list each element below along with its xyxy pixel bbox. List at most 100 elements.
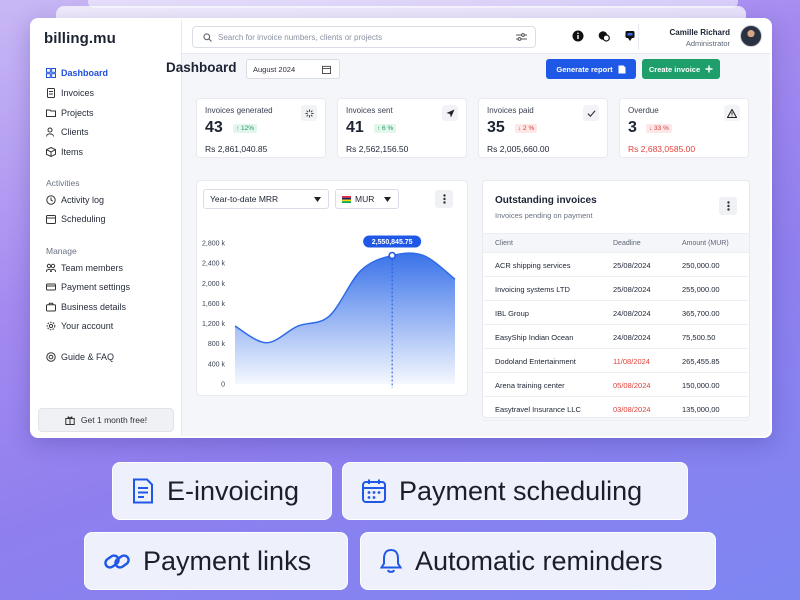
calendar-icon [46, 215, 56, 224]
sidebar-item-dashboard[interactable]: Dashboard [46, 65, 108, 81]
column-header-deadline: Deadline [613, 240, 641, 247]
cell-amount: 135,000,00 [682, 405, 720, 414]
month-value: August 2024 [253, 64, 296, 74]
generate-report-button[interactable]: Generate report [546, 59, 636, 79]
create-invoice-button[interactable]: Create invoice [642, 59, 720, 79]
stat-card-generated: Invoices generated 43 ↑ 12% Rs 2,861,040… [196, 98, 326, 158]
stat-label: Invoices sent [346, 106, 393, 115]
table-row[interactable]: Easytravel Insurance LLC 03/08/2024 135,00… [483, 397, 749, 421]
calendar-icon [322, 65, 331, 74]
cell-amount: 365,700.00 [682, 309, 720, 318]
month-picker[interactable]: August 2024 [246, 59, 340, 79]
sidebar-item-label: Clients [61, 127, 89, 137]
highlight-tooltip-label: 2,550,845.75 [372, 239, 413, 246]
table-row[interactable]: ACR shipping services 25/08/2024 250,000.0… [483, 253, 749, 277]
stat-label: Invoices paid [487, 106, 534, 115]
sidebar-item-scheduling[interactable]: Scheduling [46, 211, 106, 227]
avatar[interactable] [740, 25, 762, 47]
stat-change-badge: ↓ 2 % [515, 124, 538, 133]
user-name: Camille Richard [669, 28, 730, 37]
metric-dropdown[interactable]: Year-to-date MRR [203, 189, 329, 209]
y-tick-label: 0 [221, 382, 225, 389]
sidebar-item-business-details[interactable]: Business details [46, 299, 126, 315]
feature-label: Payment scheduling [399, 475, 643, 506]
feature-label: E-invoicing [167, 475, 300, 506]
currency-dropdown[interactable]: MUR [335, 189, 399, 209]
cell-amount: 250,000.00 [682, 261, 720, 270]
table-row[interactable]: IBL Group 24/08/2024 365,700.00 [483, 301, 749, 325]
cell-client: ACR shipping services [495, 261, 571, 270]
cell-client: IBL Group [495, 309, 529, 318]
mrr-area-chart: 0 400 k 800 k 1,200 k 1,600 k 2,000 k 2,400 k 2… [202, 235, 456, 389]
sidebar-item-projects[interactable]: Projects [46, 105, 94, 121]
generate-report-label: Generate report [556, 64, 613, 74]
link-icon [104, 554, 130, 569]
outstanding-title: Outstanding invoices [495, 195, 597, 206]
people-icon [46, 127, 54, 137]
promo-button[interactable]: Get 1 month free! [38, 408, 174, 432]
sidebar-item-team-members[interactable]: Team members [46, 260, 123, 276]
briefcase-icon [46, 302, 56, 312]
notifications-icon[interactable] [598, 30, 610, 42]
more-vertical-icon [726, 201, 730, 211]
sidebar-item-clients[interactable]: Clients [46, 124, 89, 140]
sidebar-item-guide-faq[interactable]: Guide & FAQ [46, 349, 114, 365]
feature-label: Payment links [143, 545, 312, 576]
cell-deadline: 24/08/2024 [613, 309, 651, 318]
feature-label: Automatic reminders [415, 545, 663, 576]
column-header-amount: Amount (MUR) [682, 240, 729, 247]
cell-client: Dodoland Entertainment [495, 357, 576, 366]
sidebar-item-label: Your account [61, 321, 114, 331]
team-icon [46, 263, 56, 273]
info-icon[interactable] [572, 30, 584, 42]
column-header-client: Client [495, 240, 513, 247]
search-input[interactable]: Search for invoice numbers, clients or p… [192, 26, 536, 48]
cell-amount: 75,500.50 [682, 333, 716, 342]
stat-value: 43 [205, 119, 223, 136]
top-bar: Search for invoice numbers, clients or p… [182, 20, 770, 54]
outstanding-invoices-card: Outstanding invoices Invoices pending on… [482, 180, 750, 421]
table-row[interactable]: Invoicing systems LTD 25/08/2024 255,000.0… [483, 277, 749, 301]
cell-deadline: 03/08/2024 [613, 405, 651, 414]
warning-icon [724, 105, 740, 121]
cell-amount: 150,000.00 [682, 381, 720, 390]
cell-amount: 255,000.00 [682, 285, 720, 294]
outstanding-subtitle: Invoices pending on payment [495, 211, 593, 220]
stat-amount: Rs 2,005,660.00 [487, 144, 550, 154]
stat-card-overdue: Overdue 3 ↓ 33 % Rs 2,683,0585.00 [619, 98, 749, 158]
feature-payment-scheduling: Payment scheduling [342, 462, 688, 520]
table-row[interactable]: EasyShip Indian Ocean 24/08/2024 75,500.50 [483, 325, 749, 349]
sidebar-item-items[interactable]: Items [46, 144, 83, 160]
stat-card-sent: Invoices sent 41 ↑ 6 % Rs 2,562,156.50 [337, 98, 467, 158]
sidebar-item-invoices[interactable]: Invoices [46, 85, 94, 101]
sidebar-item-label: Payment settings [61, 282, 131, 292]
sidebar-item-label: Invoices [61, 88, 95, 98]
filter-icon[interactable] [516, 32, 527, 42]
sidebar-item-activity-log[interactable]: Activity log [46, 192, 104, 208]
table-row[interactable]: Arena training center 05/08/2024 150,000.0… [483, 373, 749, 397]
sidebar: billing.mu Dashboard Invoices Projects C… [32, 20, 182, 436]
integration-icon[interactable] [624, 30, 636, 42]
card-icon [46, 283, 56, 291]
highlight-point[interactable] [388, 251, 396, 260]
help-icon [46, 352, 56, 362]
search-placeholder: Search for invoice numbers, clients or p… [218, 32, 383, 42]
y-tick-label: 2,400 k [202, 261, 225, 268]
sidebar-item-your-account[interactable]: Your account [46, 318, 113, 334]
cell-deadline: 25/08/2024 [613, 285, 651, 294]
table-header: Client Deadline Amount (MUR) [483, 233, 749, 253]
stat-amount: Rs 2,562,156.50 [346, 144, 409, 154]
sidebar-item-label: Business details [61, 302, 127, 312]
sidebar-item-payment-settings[interactable]: Payment settings [46, 279, 130, 295]
y-tick-label: 400 k [208, 361, 226, 368]
outstanding-more-button[interactable] [719, 197, 737, 215]
y-tick-label: 800 k [208, 341, 226, 348]
stat-amount: Rs 2,861,040.85 [205, 144, 268, 154]
folder-icon [46, 109, 56, 117]
chart-more-button[interactable] [435, 190, 453, 208]
y-tick-label: 2,000 k [202, 281, 225, 288]
user-info[interactable]: Camille Richard Administrator [670, 28, 730, 48]
cell-deadline: 05/08/2024 [613, 381, 651, 390]
check-icon [583, 105, 599, 121]
table-row[interactable]: Dodoland Entertainment 11/08/2024 265,455.… [483, 349, 749, 373]
